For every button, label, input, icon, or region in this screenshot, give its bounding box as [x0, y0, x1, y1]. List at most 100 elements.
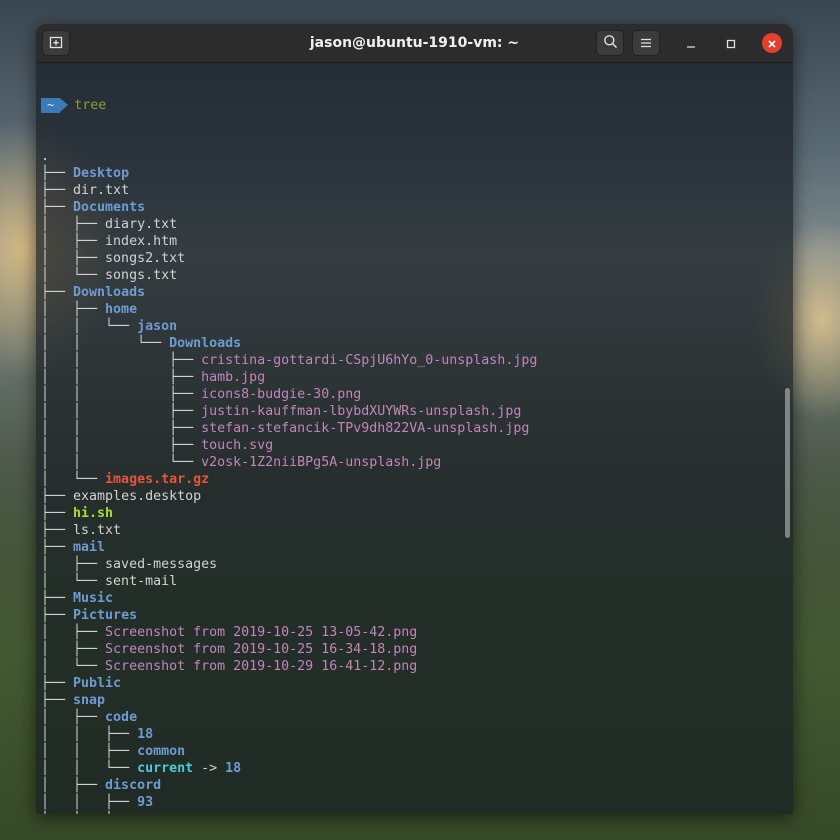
prompt-arrow-icon	[60, 98, 69, 112]
maximize-icon	[726, 34, 736, 53]
tree-entry-dir: Downloads	[73, 285, 146, 300]
tree-entry-image: Screenshot from 2019-10-25 16-34-18.png	[105, 642, 418, 657]
tree-line: ├── hi.sh	[41, 505, 537, 522]
search-button[interactable]	[596, 30, 624, 56]
tree-entry-dir: discord	[105, 778, 162, 793]
tree-guide: │ ├──	[41, 234, 106, 249]
tree-guide: │ ├──	[41, 710, 106, 725]
prompt-command: tree	[74, 98, 107, 113]
tree-line: │ │ ├── 18	[41, 726, 537, 743]
tree-entry-dir: Music	[73, 591, 114, 606]
tree-guide: ├──	[41, 200, 74, 215]
tree-guide: │ └──	[41, 472, 106, 487]
tree-line: │ │ ├── 93	[41, 794, 537, 811]
tree-line: ├── ls.txt	[41, 522, 537, 539]
tree-line: ├── Desktop	[41, 165, 537, 182]
tree-line: │ │ ├── icons8-budgie-30.png	[41, 386, 537, 403]
tree-line: │ │ └── Downloads	[41, 335, 537, 352]
tree-entry-dir: snap	[73, 693, 106, 708]
tree-entry-image: Screenshot from 2019-10-25 13-05-42.png	[105, 625, 418, 640]
tree-guide: │ │ └──	[41, 761, 138, 776]
tree-guide: │ │ ├──	[41, 353, 202, 368]
tree-entry-dir: code	[105, 710, 138, 725]
tree-guide: ├──	[41, 523, 74, 538]
tree-entry-dir: home	[105, 302, 138, 317]
title-bar[interactable]: jason@ubuntu-1910-vm: ~	[36, 24, 793, 63]
tree-line: ├── Public	[41, 675, 537, 692]
tree-guide: │ │ └──	[41, 336, 170, 351]
tree-line: ├── mail	[41, 539, 537, 556]
tree-guide: │ ├──	[41, 557, 106, 572]
tree-line: ├── Pictures	[41, 607, 537, 624]
tree-entry-image: v2osk-1Z2niiBPg5A-unsplash.jpg	[201, 455, 442, 470]
scrollbar[interactable]	[785, 388, 790, 538]
tree-entry-dir: common	[137, 812, 185, 814]
tree-entry-link: current	[137, 761, 194, 776]
tree-guide: │ ├──	[41, 642, 106, 657]
tree-entry-dir: common	[137, 744, 186, 759]
tree-entry-file: songs.txt	[105, 268, 178, 283]
tree-entry-image: justin-kauffman-lbybdXUYWRs-unsplash.jpg	[201, 404, 522, 419]
tree-line: │ └── sent-mail	[41, 573, 537, 590]
tree-entry-image: icons8-budgie-30.png	[201, 387, 362, 402]
tree-line: │ │ ├── common	[41, 743, 537, 760]
tree-entry-image: Screenshot from 2019-10-29 16-41-12.png	[105, 659, 418, 674]
tree-line: │ │ ├── cristina-gottardi-CSpjU6hYo_0-un…	[41, 352, 537, 369]
tree-guide: ├──	[41, 676, 74, 691]
tree-guide: ├──	[41, 591, 74, 606]
tree-guide: │ │ ├──	[41, 438, 202, 453]
tree-guide: │ ├──	[41, 217, 106, 232]
tree-guide: │ │ ├──	[41, 812, 137, 814]
tree-entry-image: hamb.jpg	[201, 370, 266, 385]
tree-line: │ ├── diary.txt	[41, 216, 537, 233]
tree-guide: ├──	[41, 506, 74, 521]
tree-entry-image: touch.svg	[201, 438, 274, 453]
new-tab-icon	[49, 34, 63, 53]
tree-line: │ │ ├── common	[41, 811, 537, 814]
tree-guide: │ │ ├──	[41, 727, 138, 742]
tree-line: ├── dir.txt	[41, 182, 537, 199]
tree-entry-file: .	[41, 149, 50, 164]
close-button[interactable]	[762, 33, 782, 53]
tree-line: │ │ ├── stefan-stefancik-TPv9dh822VA-uns…	[41, 420, 537, 437]
tree-line: │ │ ├── hamb.jpg	[41, 369, 537, 386]
tree-guide: ├──	[41, 166, 74, 181]
tree-line: │ ├── songs2.txt	[41, 250, 537, 267]
tree-line: │ └── images.tar.gz	[41, 471, 537, 488]
link-target: 18	[225, 761, 242, 776]
tree-entry-file: songs2.txt	[105, 251, 186, 266]
tree-guide: │ ├──	[41, 251, 106, 266]
link-arrow: ->	[193, 761, 226, 776]
new-tab-button[interactable]	[42, 30, 70, 56]
terminal-output[interactable]: ~ tree . ├── Desktop ├── dir.txt ├── Documen…	[36, 63, 793, 814]
search-icon	[603, 34, 618, 53]
tree-entry-file: examples.desktop	[73, 489, 202, 504]
tree-guide: ├──	[41, 608, 74, 623]
tree-entry-dir: mail	[73, 540, 106, 555]
tree-line: .	[41, 148, 537, 165]
tree-entry-exec: hi.sh	[73, 506, 114, 521]
prompt-line: ~ tree	[41, 97, 537, 114]
tree-entry-dir: jason	[137, 319, 178, 334]
tree-line: │ ├── Screenshot from 2019-10-25 13-05-4…	[41, 624, 537, 641]
tree-entry-file: index.htm	[105, 234, 178, 249]
tree-guide: │ ├──	[41, 778, 106, 793]
menu-button[interactable]	[632, 30, 660, 56]
tree-line: │ ├── code	[41, 709, 537, 726]
tree-guide: │ │ ├──	[41, 404, 202, 419]
tree-guide: │ │ ├──	[41, 421, 202, 436]
tree-line: │ │ └── current -> 18	[41, 760, 537, 777]
tree-guide: ├──	[41, 489, 74, 504]
tree-line: ├── Downloads	[41, 284, 537, 301]
tree-entry-file: ls.txt	[73, 523, 122, 538]
minimize-button[interactable]	[678, 30, 704, 56]
tree-line: │ ├── home	[41, 301, 537, 318]
tree-entry-image: stefan-stefancik-TPv9dh822VA-unsplash.jp…	[201, 421, 530, 436]
maximize-button[interactable]	[718, 30, 744, 56]
close-icon	[767, 34, 777, 53]
tree-entry-dir: Documents	[73, 200, 146, 215]
tree-line: │ ├── index.htm	[41, 233, 537, 250]
tree-guide: ├──	[41, 540, 74, 555]
tree-guide: │ ├──	[41, 302, 106, 317]
tree-guide: │ │ └──	[41, 455, 202, 470]
